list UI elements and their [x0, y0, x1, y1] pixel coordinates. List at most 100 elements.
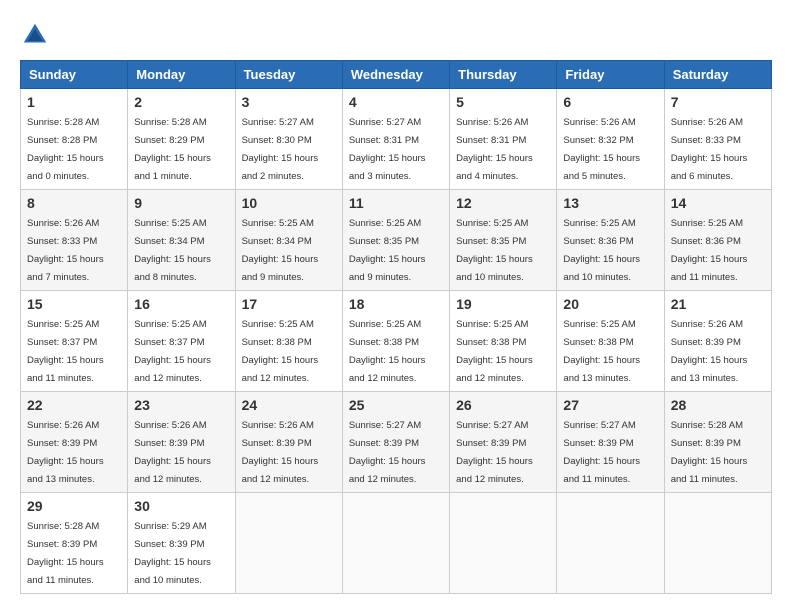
day-number: 24: [242, 397, 336, 413]
day-detail: Sunrise: 5:26 AMSunset: 8:39 PMDaylight:…: [134, 420, 211, 485]
page-header: [20, 20, 772, 50]
calendar-week-1: 1Sunrise: 5:28 AMSunset: 8:28 PMDaylight…: [21, 89, 772, 190]
day-number: 4: [349, 94, 443, 110]
day-detail: Sunrise: 5:25 AMSunset: 8:35 PMDaylight:…: [456, 218, 533, 283]
day-number: 6: [563, 94, 657, 110]
calendar-cell: 11Sunrise: 5:25 AMSunset: 8:35 PMDayligh…: [342, 190, 449, 291]
day-number: 22: [27, 397, 121, 413]
day-number: 9: [134, 195, 228, 211]
calendar-cell: [557, 493, 664, 594]
calendar-cell: 21 Sunrise: 5:26 AMSunset: 8:39 PMDayligh…: [664, 291, 771, 392]
day-number: 18: [349, 296, 443, 312]
day-detail: Sunrise: 5:29 AMSunset: 8:39 PMDaylight:…: [134, 521, 211, 586]
calendar-table: SundayMondayTuesdayWednesdayThursdayFrid…: [20, 60, 772, 594]
calendar-cell: 8 Sunrise: 5:26 AMSunset: 8:33 PMDaylight…: [21, 190, 128, 291]
calendar-cell: 3 Sunrise: 5:27 AMSunset: 8:30 PMDaylight…: [235, 89, 342, 190]
calendar-week-3: 15 Sunrise: 5:25 AMSunset: 8:37 PMDayligh…: [21, 291, 772, 392]
calendar-cell: 14 Sunrise: 5:25 AMSunset: 8:36 PMDayligh…: [664, 190, 771, 291]
day-detail: Sunrise: 5:25 AMSunset: 8:34 PMDaylight:…: [242, 218, 319, 283]
day-detail: Sunrise: 5:26 AMSunset: 8:32 PMDaylight:…: [563, 117, 640, 182]
calendar-week-5: 29 Sunrise: 5:28 AMSunset: 8:39 PMDayligh…: [21, 493, 772, 594]
day-detail: Sunrise: 5:27 AMSunset: 8:31 PMDaylight:…: [349, 117, 426, 182]
day-number: 27: [563, 397, 657, 413]
day-detail: Sunrise: 5:26 AMSunset: 8:39 PMDaylight:…: [27, 420, 104, 485]
day-detail: Sunrise: 5:25 AMSunset: 8:38 PMDaylight:…: [456, 319, 533, 384]
day-number: 14: [671, 195, 765, 211]
calendar-cell: 5Sunrise: 5:26 AMSunset: 8:31 PMDaylight…: [450, 89, 557, 190]
weekday-header-friday: Friday: [557, 61, 664, 89]
day-detail: Sunrise: 5:26 AMSunset: 8:39 PMDaylight:…: [242, 420, 319, 485]
day-detail: Sunrise: 5:25 AMSunset: 8:36 PMDaylight:…: [671, 218, 748, 283]
calendar-cell: 18 Sunrise: 5:25 AMSunset: 8:38 PMDayligh…: [342, 291, 449, 392]
calendar-cell: [450, 493, 557, 594]
calendar-cell: 22 Sunrise: 5:26 AMSunset: 8:39 PMDayligh…: [21, 392, 128, 493]
logo-icon: [20, 20, 50, 50]
calendar-cell: 24 Sunrise: 5:26 AMSunset: 8:39 PMDayligh…: [235, 392, 342, 493]
calendar-cell: 4 Sunrise: 5:27 AMSunset: 8:31 PMDaylight…: [342, 89, 449, 190]
calendar-cell: 2Sunrise: 5:28 AMSunset: 8:29 PMDaylight…: [128, 89, 235, 190]
day-number: 25: [349, 397, 443, 413]
day-detail: Sunrise: 5:26 AMSunset: 8:33 PMDaylight:…: [671, 117, 748, 182]
day-number: 21: [671, 296, 765, 312]
calendar-cell: 10 Sunrise: 5:25 AMSunset: 8:34 PMDayligh…: [235, 190, 342, 291]
day-number: 13: [563, 195, 657, 211]
calendar-cell: 17 Sunrise: 5:25 AMSunset: 8:38 PMDayligh…: [235, 291, 342, 392]
day-number: 16: [134, 296, 228, 312]
calendar-cell: 27 Sunrise: 5:27 AMSunset: 8:39 PMDayligh…: [557, 392, 664, 493]
calendar-cell: [235, 493, 342, 594]
day-number: 20: [563, 296, 657, 312]
weekday-header-sunday: Sunday: [21, 61, 128, 89]
weekday-header-thursday: Thursday: [450, 61, 557, 89]
day-number: 26: [456, 397, 550, 413]
day-detail: Sunrise: 5:25 AMSunset: 8:37 PMDaylight:…: [27, 319, 104, 384]
day-detail: Sunrise: 5:27 AMSunset: 8:39 PMDaylight:…: [349, 420, 426, 485]
day-number: 10: [242, 195, 336, 211]
day-detail: Sunrise: 5:28 AMSunset: 8:39 PMDaylight:…: [671, 420, 748, 485]
calendar-cell: 7 Sunrise: 5:26 AMSunset: 8:33 PMDaylight…: [664, 89, 771, 190]
weekday-header-tuesday: Tuesday: [235, 61, 342, 89]
calendar-cell: 23 Sunrise: 5:26 AMSunset: 8:39 PMDayligh…: [128, 392, 235, 493]
day-detail: Sunrise: 5:25 AMSunset: 8:36 PMDaylight:…: [563, 218, 640, 283]
day-detail: Sunrise: 5:25 AMSunset: 8:38 PMDaylight:…: [242, 319, 319, 384]
day-number: 15: [27, 296, 121, 312]
day-detail: Sunrise: 5:28 AMSunset: 8:39 PMDaylight:…: [27, 521, 104, 586]
calendar-header: SundayMondayTuesdayWednesdayThursdayFrid…: [21, 61, 772, 89]
day-detail: Sunrise: 5:25 AMSunset: 8:35 PMDaylight:…: [349, 218, 426, 283]
logo: [20, 20, 56, 50]
day-detail: Sunrise: 5:26 AMSunset: 8:33 PMDaylight:…: [27, 218, 104, 283]
calendar-body: 1Sunrise: 5:28 AMSunset: 8:28 PMDaylight…: [21, 89, 772, 594]
day-number: 1: [27, 94, 121, 110]
calendar-week-2: 8 Sunrise: 5:26 AMSunset: 8:33 PMDaylight…: [21, 190, 772, 291]
day-number: 8: [27, 195, 121, 211]
day-detail: Sunrise: 5:25 AMSunset: 8:38 PMDaylight:…: [563, 319, 640, 384]
day-detail: Sunrise: 5:25 AMSunset: 8:37 PMDaylight:…: [134, 319, 211, 384]
calendar-cell: 25 Sunrise: 5:27 AMSunset: 8:39 PMDayligh…: [342, 392, 449, 493]
calendar-cell: 29 Sunrise: 5:28 AMSunset: 8:39 PMDayligh…: [21, 493, 128, 594]
calendar-cell: [664, 493, 771, 594]
day-detail: Sunrise: 5:25 AMSunset: 8:38 PMDaylight:…: [349, 319, 426, 384]
calendar-cell: 9Sunrise: 5:25 AMSunset: 8:34 PMDaylight…: [128, 190, 235, 291]
day-number: 23: [134, 397, 228, 413]
day-detail: Sunrise: 5:27 AMSunset: 8:39 PMDaylight:…: [456, 420, 533, 485]
day-detail: Sunrise: 5:27 AMSunset: 8:30 PMDaylight:…: [242, 117, 319, 182]
weekday-header-monday: Monday: [128, 61, 235, 89]
day-number: 3: [242, 94, 336, 110]
calendar-cell: 15 Sunrise: 5:25 AMSunset: 8:37 PMDayligh…: [21, 291, 128, 392]
day-detail: Sunrise: 5:26 AMSunset: 8:39 PMDaylight:…: [671, 319, 748, 384]
calendar-cell: 6 Sunrise: 5:26 AMSunset: 8:32 PMDaylight…: [557, 89, 664, 190]
calendar-week-4: 22 Sunrise: 5:26 AMSunset: 8:39 PMDayligh…: [21, 392, 772, 493]
calendar-cell: 26 Sunrise: 5:27 AMSunset: 8:39 PMDayligh…: [450, 392, 557, 493]
day-number: 2: [134, 94, 228, 110]
day-number: 7: [671, 94, 765, 110]
calendar-cell: 13 Sunrise: 5:25 AMSunset: 8:36 PMDayligh…: [557, 190, 664, 291]
day-number: 29: [27, 498, 121, 514]
calendar-cell: 30 Sunrise: 5:29 AMSunset: 8:39 PMDayligh…: [128, 493, 235, 594]
calendar-cell: 19Sunrise: 5:25 AMSunset: 8:38 PMDayligh…: [450, 291, 557, 392]
day-detail: Sunrise: 5:27 AMSunset: 8:39 PMDaylight:…: [563, 420, 640, 485]
day-number: 17: [242, 296, 336, 312]
weekday-header-row: SundayMondayTuesdayWednesdayThursdayFrid…: [21, 61, 772, 89]
day-number: 5: [456, 94, 550, 110]
calendar-cell: 1Sunrise: 5:28 AMSunset: 8:28 PMDaylight…: [21, 89, 128, 190]
day-number: 30: [134, 498, 228, 514]
calendar-cell: 28Sunrise: 5:28 AMSunset: 8:39 PMDayligh…: [664, 392, 771, 493]
